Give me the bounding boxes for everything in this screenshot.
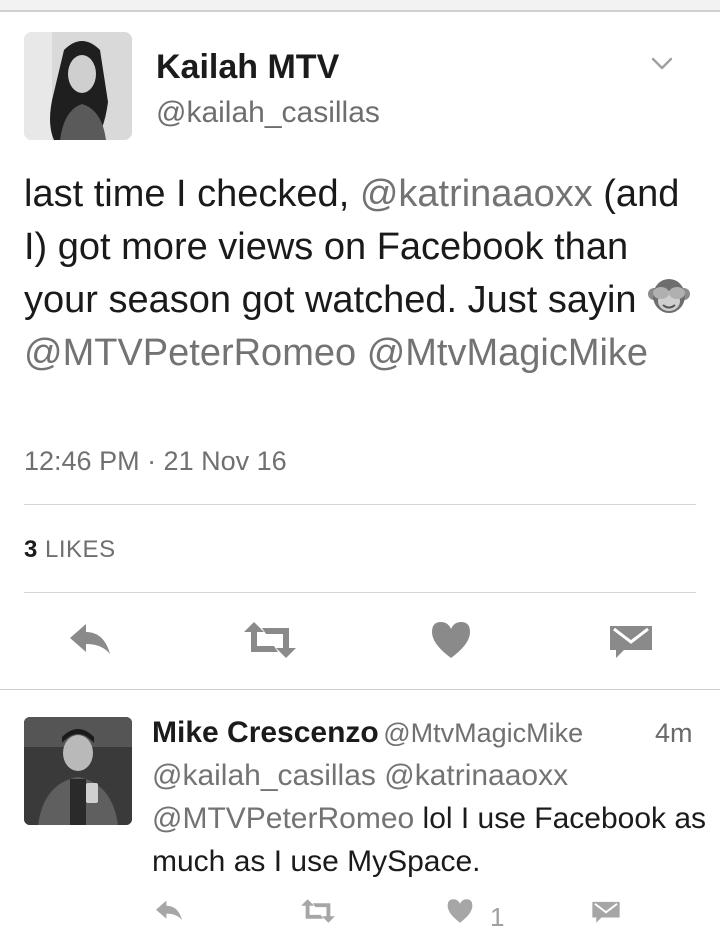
author-avatar[interactable] xyxy=(24,32,132,140)
retweet-icon[interactable] xyxy=(244,620,296,660)
see-no-evil-monkey-icon xyxy=(648,279,691,313)
like-icon[interactable] xyxy=(430,620,472,660)
mention-link[interactable]: @kailah_casillas xyxy=(152,759,376,792)
reply-time: 4m xyxy=(655,718,693,748)
mention-link[interactable]: @MtvMagicMike xyxy=(367,332,648,374)
like-icon[interactable] xyxy=(446,898,474,924)
reply-author-handle[interactable]: @MtvMagicMike xyxy=(383,718,583,748)
tweet-text: last time I checked, @katrinaaoxx (and I… xyxy=(24,168,696,380)
retweet-icon[interactable] xyxy=(300,898,336,924)
mention-link[interactable]: @katrinaaoxx xyxy=(360,173,593,215)
reply-icon[interactable] xyxy=(154,898,184,924)
message-icon[interactable] xyxy=(610,620,652,660)
mention-link[interactable]: @katrinaaoxx xyxy=(384,759,568,792)
likes-label: LIKES xyxy=(45,536,116,563)
reply-icon[interactable] xyxy=(68,620,112,660)
reply-author-name[interactable]: Mike Crescenzo xyxy=(152,716,379,749)
reply-text: @kailah_casillas @katrinaaoxx @MTVPeterR… xyxy=(152,754,707,883)
tweet-timestamp: 12:46 PM · 21 Nov 16 xyxy=(24,446,287,476)
reply-tweet[interactable]: Mike Crescenzo @MtvMagicMike 4m @kailah_… xyxy=(0,690,720,932)
reply-like-count: 1 xyxy=(490,902,505,932)
likes-count: 3 xyxy=(24,536,38,563)
mention-link[interactable]: @MTVPeterRomeo xyxy=(24,332,356,374)
author-name[interactable]: Kailah MTV xyxy=(156,48,339,87)
likes-summary[interactable]: 3 LIKES xyxy=(24,536,116,564)
divider xyxy=(24,592,696,593)
avatar-image xyxy=(24,32,132,140)
reply-author-avatar[interactable] xyxy=(24,717,132,825)
mention-link[interactable]: @MTVPeterRomeo xyxy=(152,802,414,835)
author-handle[interactable]: @kailah_casillas xyxy=(156,96,380,130)
tweet-text-part: last time I checked, xyxy=(24,173,360,215)
top-edge xyxy=(0,0,720,12)
tweet-text-part xyxy=(356,332,367,374)
divider xyxy=(24,504,696,505)
reply-header: Mike Crescenzo @MtvMagicMike xyxy=(152,716,583,750)
avatar-image xyxy=(24,717,132,825)
reply-text-part xyxy=(376,759,384,792)
chevron-down-icon[interactable] xyxy=(650,52,674,76)
message-icon[interactable] xyxy=(592,898,620,924)
